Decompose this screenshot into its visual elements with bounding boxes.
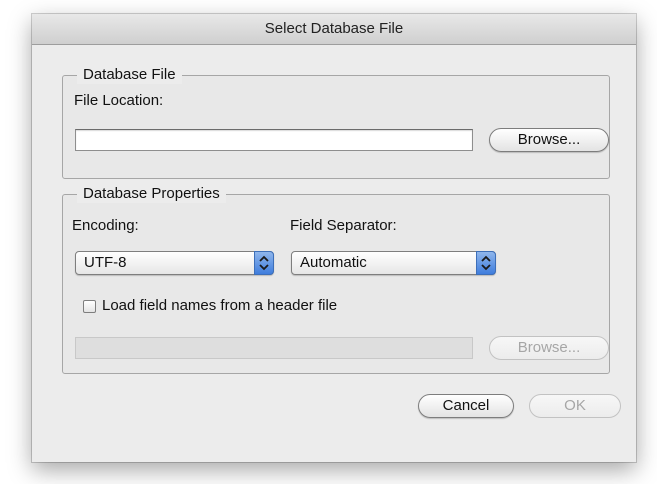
file-location-input[interactable] xyxy=(75,129,473,151)
cancel-button[interactable]: Cancel xyxy=(418,394,514,418)
up-down-chevron-icon xyxy=(254,251,274,275)
select-database-dialog: Select Database File Database File File … xyxy=(32,14,636,462)
field-separator-value: Automatic xyxy=(300,254,367,271)
ok-button: OK xyxy=(529,394,621,418)
encoding-select[interactable]: UTF-8 xyxy=(75,251,274,275)
encoding-value: UTF-8 xyxy=(84,254,127,271)
database-file-group: Database File xyxy=(62,66,610,179)
field-separator-select[interactable]: Automatic xyxy=(291,251,496,275)
field-separator-label: Field Separator: xyxy=(290,217,397,234)
browse-button[interactable]: Browse... xyxy=(489,128,609,152)
header-file-checkbox[interactable] xyxy=(83,300,96,313)
header-file-checkbox-label[interactable]: Load field names from a header file xyxy=(102,297,337,315)
encoding-label: Encoding: xyxy=(72,217,139,234)
dialog-title: Select Database File xyxy=(32,14,636,45)
file-location-label: File Location: xyxy=(74,92,164,109)
database-file-legend: Database File xyxy=(77,66,182,84)
header-browse-button: Browse... xyxy=(489,336,609,360)
database-properties-legend: Database Properties xyxy=(77,185,226,203)
up-down-chevron-icon xyxy=(476,251,496,275)
header-file-input xyxy=(75,337,473,359)
